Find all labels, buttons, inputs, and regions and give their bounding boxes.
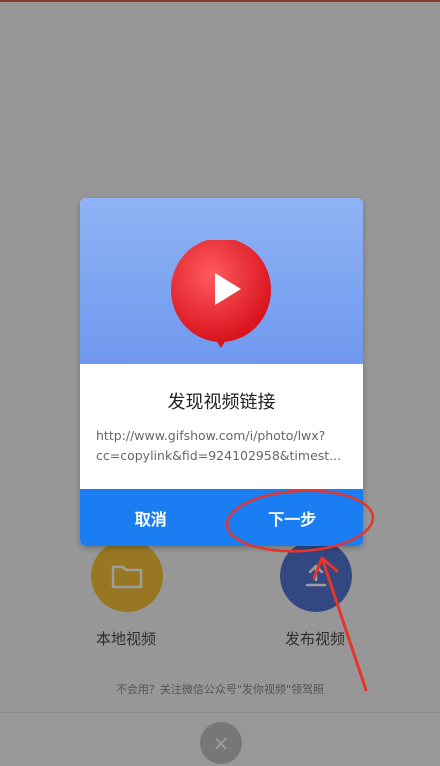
dialog-header (80, 198, 363, 364)
balloon-play-icon (168, 238, 274, 364)
link-line-1: http://www.gifshow.com/i/photo/lwx? (96, 428, 326, 443)
dialog-title: 发现视频链接 (167, 392, 276, 413)
video-link-dialog: 发现视频链接 http://www.gifshow.com/i/photo/lw… (80, 198, 363, 546)
link-line-2: cc=copylink&fid=924102958&timest... (96, 448, 342, 463)
next-step-button[interactable]: 下一步 (222, 489, 364, 546)
video-link-text: http://www.gifshow.com/i/photo/lwx? cc=c… (96, 426, 347, 466)
dialog-actions: 取消 下一步 (80, 489, 363, 546)
cancel-button[interactable]: 取消 (80, 489, 222, 546)
screen: 本地视频 发布视频 不会用？关注微信公众号"发你视频"领驾照 × 发现视频链接 … (0, 0, 440, 766)
